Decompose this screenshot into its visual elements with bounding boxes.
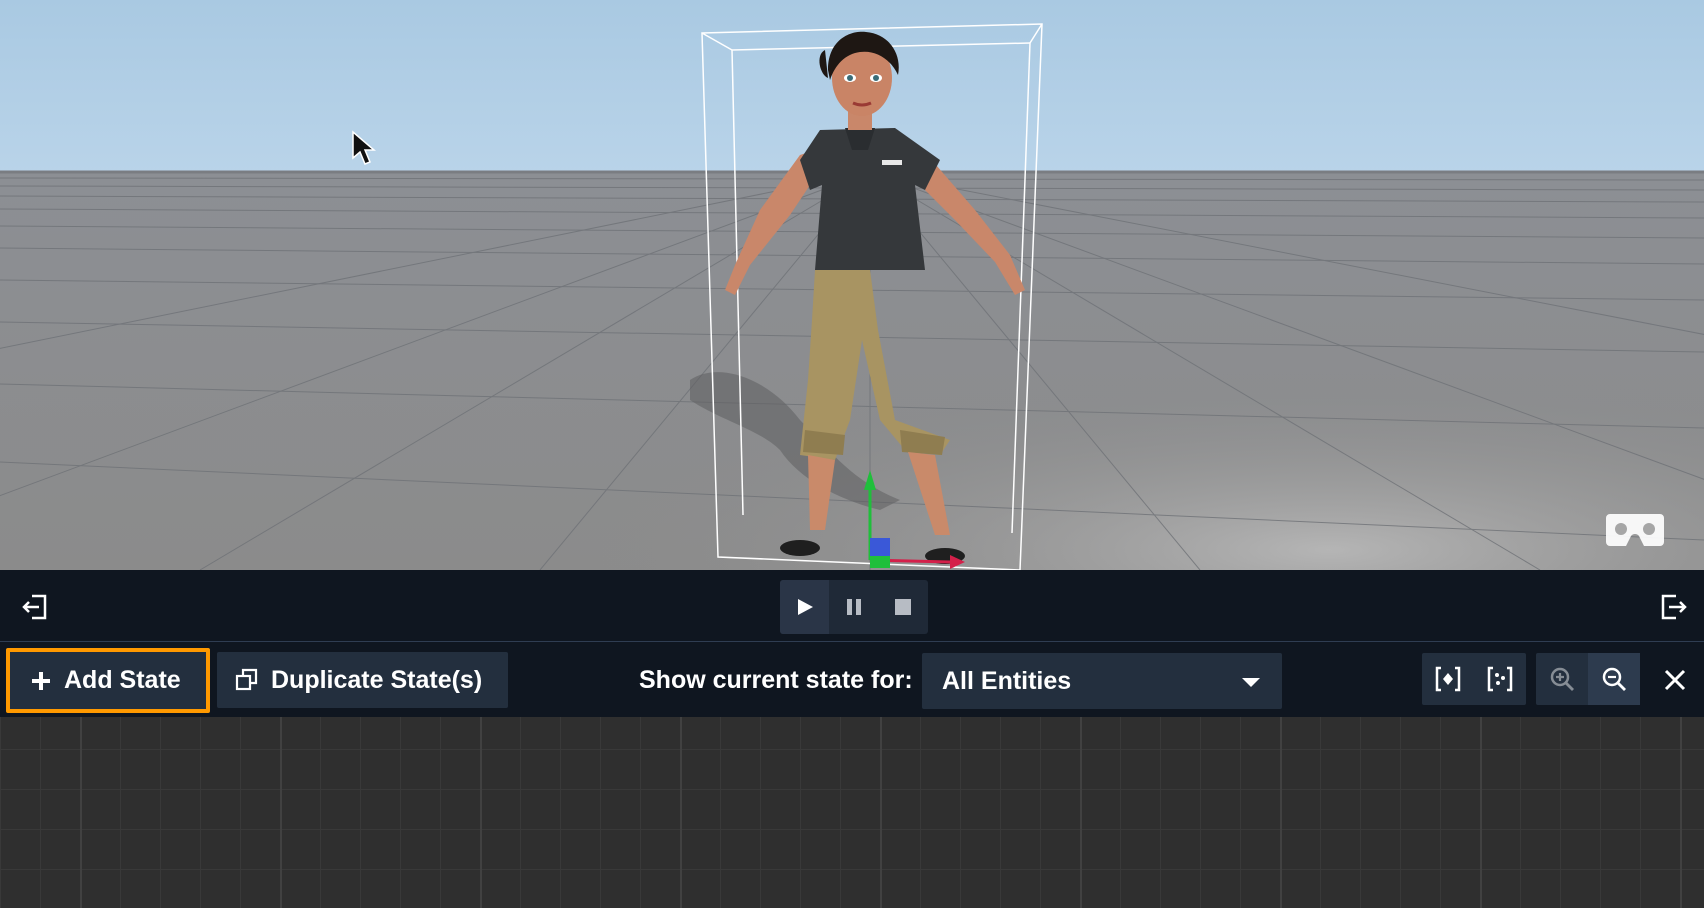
playback-bar bbox=[0, 570, 1704, 642]
add-state-label: Add State bbox=[64, 666, 181, 694]
state-machine-canvas[interactable] bbox=[0, 717, 1704, 908]
scene-viewport[interactable] bbox=[0, 0, 1704, 570]
zoom-in-button[interactable] bbox=[1536, 653, 1588, 705]
fit-all-icon bbox=[1487, 666, 1513, 692]
close-icon[interactable] bbox=[1660, 665, 1690, 695]
duplicate-icon bbox=[235, 668, 259, 692]
zoom-controls bbox=[1536, 653, 1640, 705]
pause-button[interactable] bbox=[829, 580, 878, 634]
duplicate-state-label: Duplicate State(s) bbox=[271, 665, 483, 694]
pause-icon bbox=[846, 599, 861, 615]
playback-controls bbox=[780, 580, 928, 634]
chevron-down-icon bbox=[1242, 678, 1260, 687]
fit-controls bbox=[1422, 653, 1526, 705]
zoom-out-icon bbox=[1602, 667, 1626, 691]
panel-collapse-left-icon[interactable] bbox=[20, 592, 50, 622]
play-button[interactable] bbox=[780, 580, 829, 634]
scene-render bbox=[0, 23, 1704, 570]
mouse-pointer-icon bbox=[352, 130, 377, 165]
play-icon bbox=[797, 599, 813, 615]
state-toolbar: Add State Duplicate State(s) Show curren… bbox=[0, 643, 1704, 717]
duplicate-state-button[interactable]: Duplicate State(s) bbox=[217, 652, 508, 708]
entity-select-value: All Entities bbox=[942, 666, 1072, 695]
panel-expand-right-icon[interactable] bbox=[1658, 592, 1688, 622]
stop-icon bbox=[894, 599, 911, 615]
fit-selection-button[interactable] bbox=[1422, 653, 1474, 705]
fit-selection-icon bbox=[1435, 666, 1461, 692]
show-current-state-label: Show current state for: bbox=[639, 666, 913, 694]
entity-select[interactable]: All Entities bbox=[922, 653, 1282, 709]
fit-all-button[interactable] bbox=[1474, 653, 1526, 705]
vr-headset-icon[interactable] bbox=[1606, 510, 1664, 550]
stop-button[interactable] bbox=[878, 580, 927, 634]
plus-icon bbox=[30, 670, 52, 692]
zoom-out-button[interactable] bbox=[1588, 653, 1640, 705]
zoom-in-icon bbox=[1550, 667, 1574, 691]
add-state-button[interactable]: Add State bbox=[6, 648, 210, 713]
